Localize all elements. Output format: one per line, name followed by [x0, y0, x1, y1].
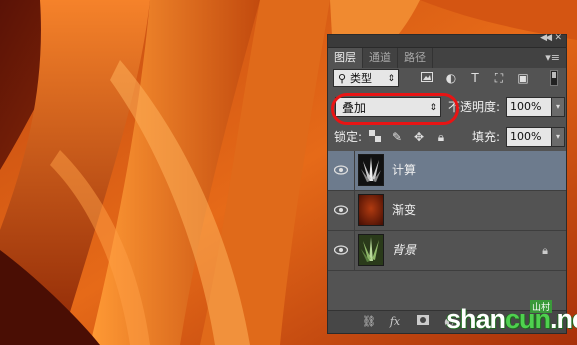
updown-arrow-icon: ⇕: [429, 103, 437, 113]
updown-arrow-icon: ⇕: [387, 74, 395, 84]
visibility-toggle[interactable]: [328, 231, 355, 270]
lock-position-icon[interactable]: ✥: [412, 130, 426, 144]
fill-label: 填充:: [472, 130, 501, 144]
layer-row[interactable]: 背景 🔒︎: [328, 231, 566, 271]
fx-icon[interactable]: fx: [388, 315, 402, 329]
collapse-icon[interactable]: ◀◀: [540, 33, 552, 43]
smart-object-filter-icon[interactable]: ▣: [516, 71, 530, 85]
type-filter-icon[interactable]: T: [468, 71, 482, 85]
opacity-label: 不透明度:: [448, 100, 501, 114]
panel-tabs: 图层 通道 路径 ▾≡: [328, 48, 566, 68]
blend-mode-value: 叠加: [342, 101, 367, 115]
image-filter-icon[interactable]: [420, 71, 434, 85]
filter-toggle-switch[interactable]: [550, 70, 558, 86]
visibility-toggle[interactable]: [328, 191, 355, 230]
watermark-logo: 山村 shancun.net: [446, 300, 577, 342]
fill-input[interactable]: 100%: [506, 127, 552, 147]
watermark-text: shancun.net: [446, 304, 577, 334]
layer-row[interactable]: 计算: [328, 151, 566, 191]
lock-all-icon[interactable]: 🔒︎: [434, 130, 448, 144]
layer-name: 渐变: [392, 203, 417, 217]
layer-filter-row: ⚲ 类型 ⇕ ◐ T ⛶ ▣: [328, 69, 566, 89]
tab-channels[interactable]: 通道: [363, 48, 398, 68]
eye-icon: [334, 205, 348, 215]
panel-menu-icon[interactable]: ▾≡: [545, 51, 560, 64]
layer-name: 计算: [392, 163, 417, 177]
layer-row[interactable]: 渐变: [328, 191, 566, 231]
tab-paths[interactable]: 路径: [398, 48, 433, 68]
layer-thumbnail: [358, 154, 384, 186]
lock-transparency-icon[interactable]: [368, 130, 382, 144]
fill-dropdown-button[interactable]: ▾: [551, 127, 565, 147]
lock-row: 锁定: ✎ ✥ 🔒︎ 填充: 100% ▾: [328, 127, 566, 147]
opacity-input[interactable]: 100%: [506, 97, 552, 117]
mask-icon[interactable]: [416, 315, 430, 329]
opacity-dropdown-button[interactable]: ▾: [551, 97, 565, 117]
eye-icon: [334, 165, 348, 175]
layer-thumbnail: [358, 234, 384, 266]
layer-filter-select[interactable]: ⚲ 类型 ⇕: [333, 69, 399, 87]
visibility-toggle[interactable]: [328, 151, 355, 190]
link-icon[interactable]: ⛓: [362, 315, 376, 329]
panel-title-bar[interactable]: ◀◀ ✕: [328, 33, 566, 48]
layer-name: 背景: [392, 243, 417, 257]
lock-label: 锁定:: [334, 130, 363, 144]
blend-row: 叠加 ⇕ 不透明度: 100% ▾: [328, 97, 566, 119]
blend-mode-select[interactable]: 叠加 ⇕: [335, 97, 441, 117]
layer-thumbnail: [358, 194, 384, 226]
layers-panel: ◀◀ ✕ 图层 通道 路径 ▾≡ ⚲ 类型 ⇕ ◐ T ⛶ ▣ 叠加 ⇕ 不透明…: [327, 33, 567, 334]
tab-layers[interactable]: 图层: [328, 48, 363, 68]
eye-icon: [334, 245, 348, 255]
search-icon: ⚲: [338, 72, 347, 85]
close-icon[interactable]: ✕: [554, 33, 562, 43]
layers-list: 计算 渐变 背景 🔒︎: [328, 151, 566, 271]
adjustment-filter-icon[interactable]: ◐: [444, 71, 458, 85]
shape-filter-icon[interactable]: ⛶: [492, 71, 506, 85]
lock-icon: 🔒︎: [542, 244, 548, 257]
filter-type-label: 类型: [350, 72, 372, 85]
lock-pixels-icon[interactable]: ✎: [390, 130, 404, 144]
